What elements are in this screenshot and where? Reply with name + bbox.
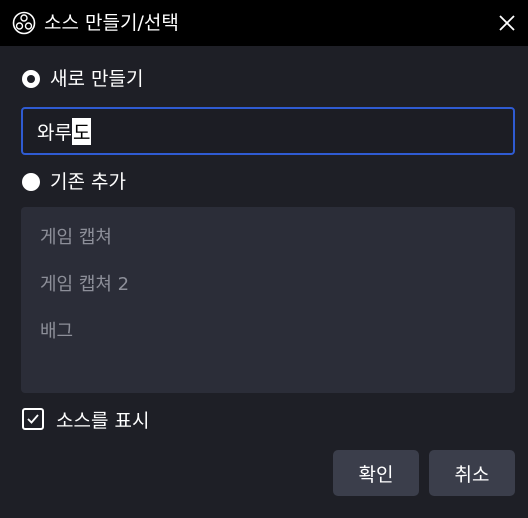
close-icon[interactable] [494, 10, 520, 36]
make-visible-option[interactable]: 소스를 표시 [22, 406, 149, 432]
obs-logo-icon [12, 11, 36, 35]
list-item[interactable]: 게임 캡쳐 [21, 223, 515, 270]
source-name-committed-text: 와루 [37, 121, 72, 144]
create-new-radio[interactable] [22, 70, 40, 88]
make-visible-checkbox[interactable] [22, 408, 44, 430]
cancel-button[interactable]: 취소 [429, 450, 515, 496]
title-bar: 소스 만들기/선택 [0, 0, 528, 46]
list-item[interactable]: 게임 캡쳐 2 [21, 270, 515, 317]
ok-button[interactable]: 확인 [333, 450, 419, 496]
make-visible-label: 소스를 표시 [56, 409, 150, 432]
checkmark-icon [27, 414, 39, 424]
list-item[interactable]: 배그 [21, 317, 515, 364]
create-new-label: 새로 만들기 [50, 68, 144, 90]
add-existing-label: 기존 추가 [50, 171, 126, 193]
add-existing-radio[interactable] [22, 173, 40, 191]
window-title: 소스 만들기/선택 [44, 12, 179, 34]
add-existing-radio-option[interactable]: 기존 추가 [22, 169, 126, 195]
create-new-radio-option[interactable]: 새로 만들기 [22, 66, 143, 92]
source-name-composing-text: 도 [71, 117, 92, 145]
source-name-input[interactable]: 와루 도 [21, 107, 515, 155]
existing-sources-list[interactable]: 게임 캡쳐 게임 캡쳐 2 배그 [21, 207, 515, 393]
